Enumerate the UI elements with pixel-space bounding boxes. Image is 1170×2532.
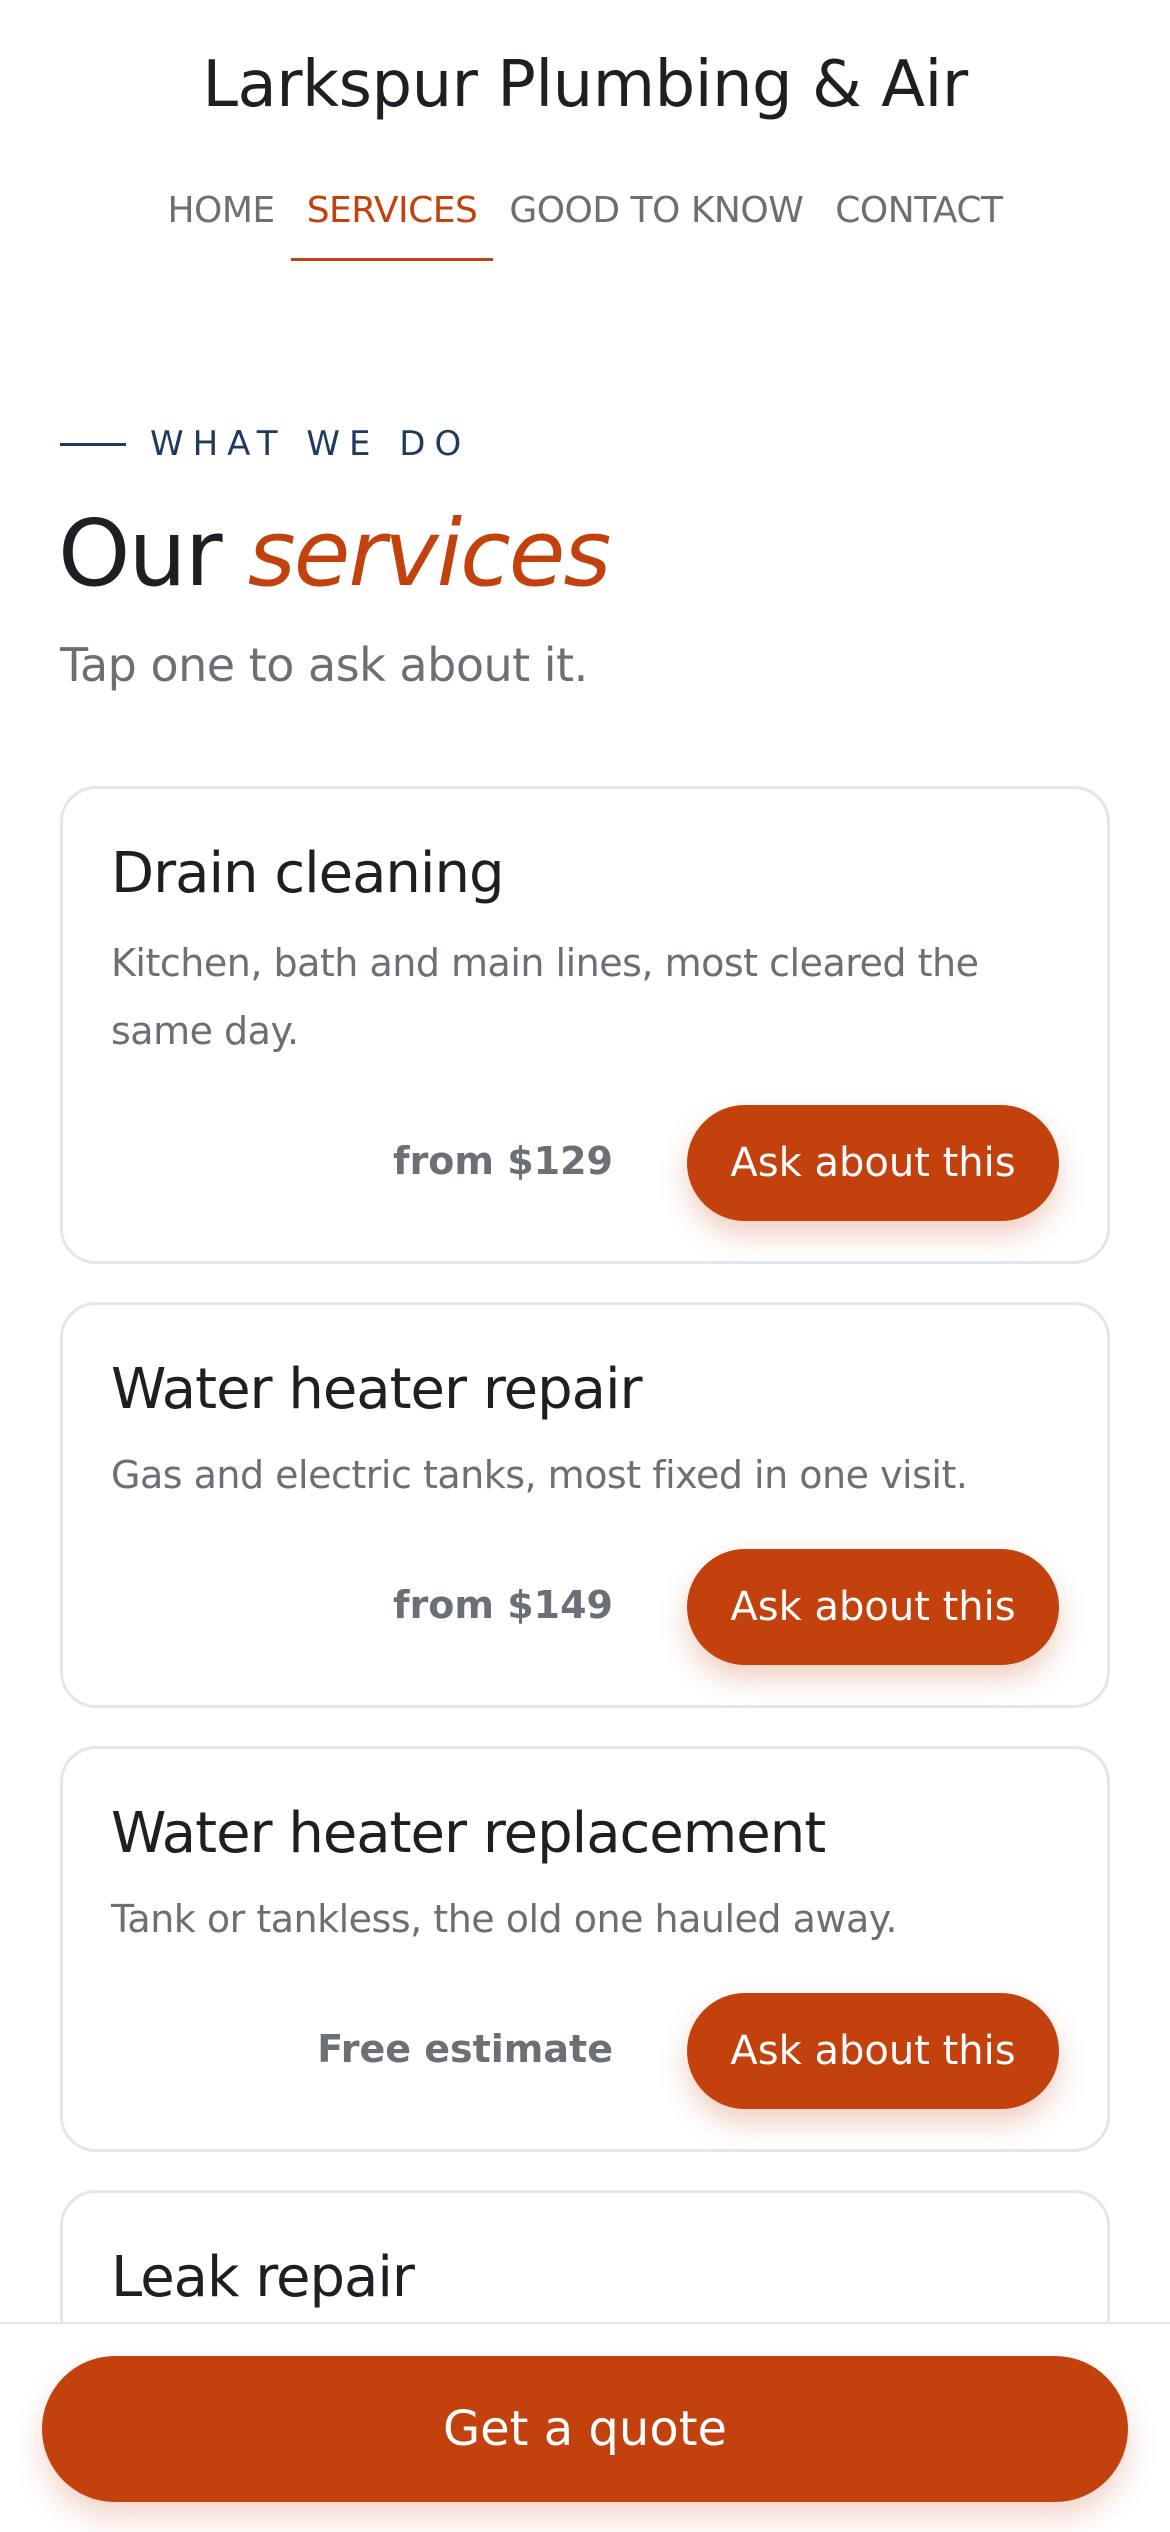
main-nav: HOME SERVICES GOOD TO KNOW CONTACT	[0, 190, 1170, 261]
nav-contact[interactable]: CONTACT	[819, 190, 1018, 261]
service-price: from $129	[393, 1139, 613, 1183]
heading-accent: services	[247, 500, 611, 607]
eyebrow-divider	[60, 442, 126, 446]
service-card-water-heater-replacement[interactable]: Water heater replacement Tank or tankles…	[60, 1746, 1110, 2152]
ask-about-button[interactable]: Ask about this	[687, 1549, 1059, 1665]
service-price: from $149	[393, 1583, 613, 1627]
service-description: Gas and electric tanks, most fixed in on…	[111, 1453, 968, 1497]
service-description: Tank or tankless, the old one hauled awa…	[111, 1897, 897, 1941]
get-a-quote-button[interactable]: Get a quote	[42, 2356, 1128, 2502]
heading-plain: Our	[58, 500, 223, 607]
nav-good-to-know[interactable]: GOOD TO KNOW	[493, 190, 819, 261]
nav-services[interactable]: SERVICES	[290, 190, 494, 261]
section-heading: Our services	[58, 500, 611, 607]
section-eyebrow: WHAT WE DO	[60, 424, 470, 464]
service-title: Water heater repair	[111, 1357, 643, 1422]
service-card-drain-cleaning[interactable]: Drain cleaning Kitchen, bath and main li…	[60, 786, 1110, 1264]
service-description: Kitchen, bath and main lines, most clear…	[111, 941, 979, 1053]
service-title: Leak repair	[111, 2245, 415, 2310]
service-title: Drain cleaning	[111, 841, 505, 906]
ask-about-button[interactable]: Ask about this	[687, 1993, 1059, 2109]
eyebrow-text: WHAT WE DO	[150, 424, 471, 464]
service-price: Free estimate	[317, 2027, 613, 2071]
sticky-cta-bar: Get a quote	[0, 2322, 1170, 2532]
service-card-water-heater-repair[interactable]: Water heater repair Gas and electric tan…	[60, 1302, 1110, 1708]
nav-home[interactable]: HOME	[151, 190, 290, 261]
service-title: Water heater replacement	[111, 1801, 826, 1866]
site-title[interactable]: Larkspur Plumbing & Air	[0, 48, 1170, 122]
section-subheading: Tap one to ask about it.	[60, 638, 588, 692]
services-page: Larkspur Plumbing & Air HOME SERVICES GO…	[0, 0, 1170, 2532]
ask-about-button[interactable]: Ask about this	[687, 1105, 1059, 1221]
